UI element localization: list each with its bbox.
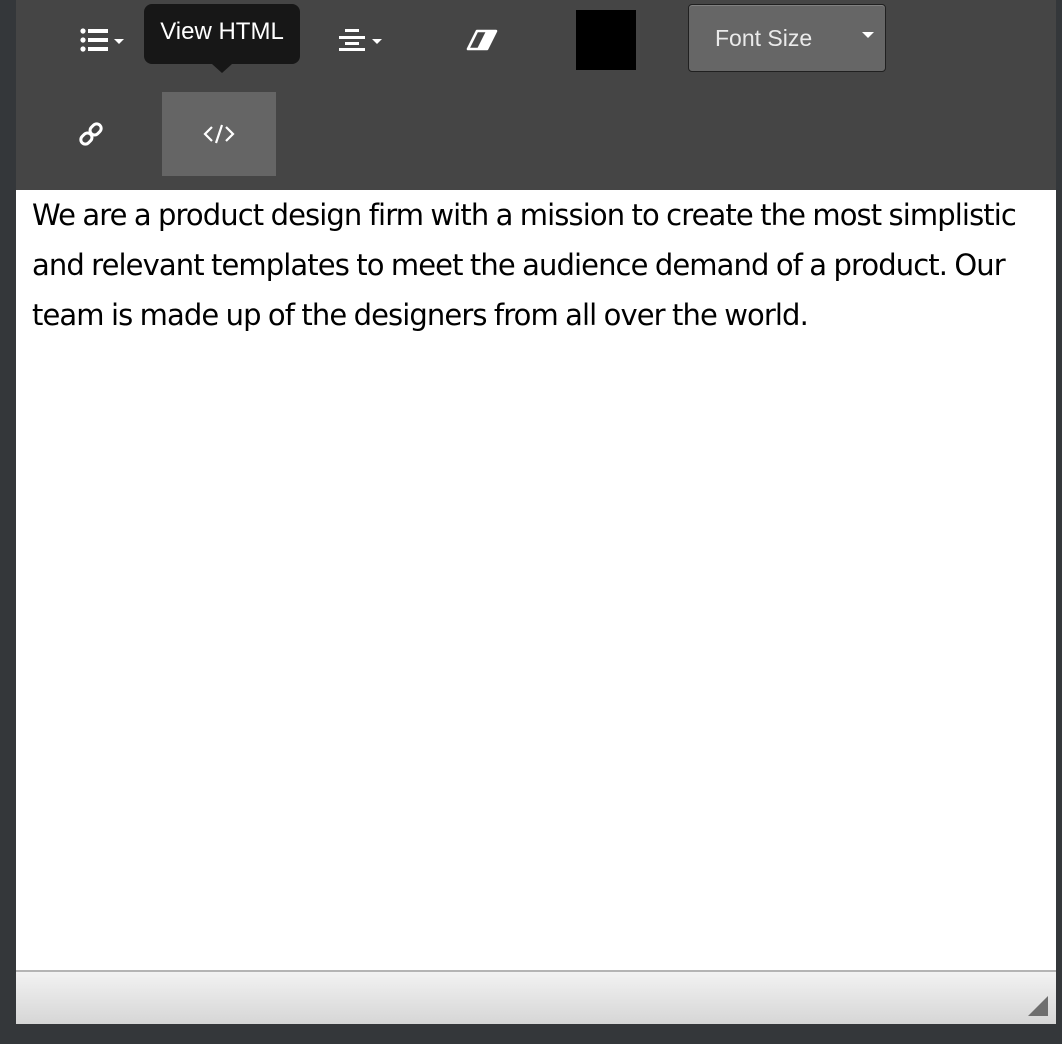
link-icon [79, 122, 103, 146]
view-html-tooltip: View HTML [144, 4, 300, 64]
chevron-down-icon [862, 32, 874, 38]
editor-content[interactable]: We are a product design firm with a miss… [32, 190, 1036, 340]
eraser-button[interactable] [460, 20, 504, 60]
list-icon [80, 28, 108, 52]
align-center-icon [339, 29, 365, 51]
editor-toolbar: B Font Size [16, 0, 1056, 190]
text-color-swatch[interactable] [576, 10, 636, 70]
resize-handle-icon[interactable] [1028, 996, 1048, 1016]
eraser-icon [466, 29, 498, 51]
font-size-label: Font Size [715, 25, 813, 51]
chevron-down-icon [372, 38, 382, 44]
list-button[interactable] [74, 20, 130, 60]
chevron-down-icon [114, 38, 124, 44]
editor-statusbar [16, 970, 1056, 1024]
rich-text-editor: B Font Size [16, 0, 1056, 1024]
link-button[interactable] [68, 112, 114, 156]
code-icon [203, 124, 235, 144]
tooltip-text: View HTML [160, 18, 284, 45]
tooltip-arrow [212, 64, 232, 73]
font-size-select[interactable]: Font Size [688, 4, 886, 72]
align-button[interactable] [330, 20, 390, 60]
view-html-button[interactable] [162, 92, 276, 176]
